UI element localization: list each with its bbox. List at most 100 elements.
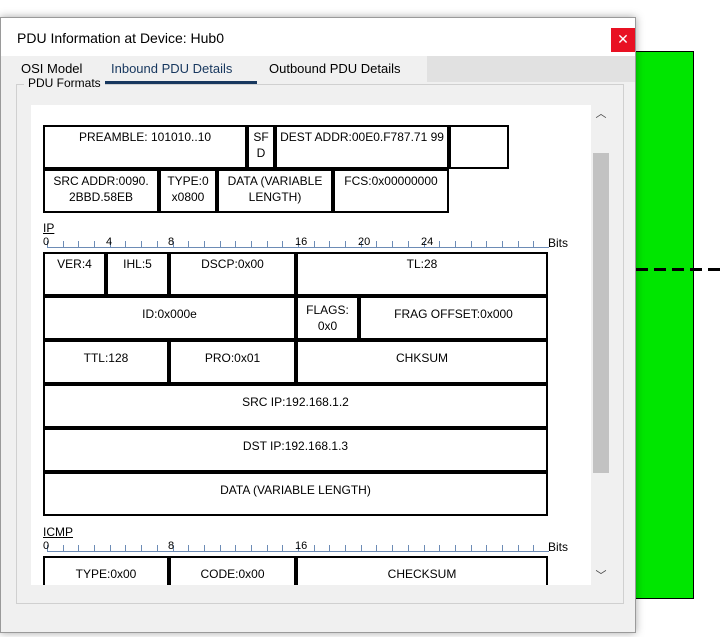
ip-flags: FLAGS: 0x0 [296,296,359,340]
close-icon: ✕ [617,32,629,48]
ip-ver: VER:4 [43,252,106,296]
ip-protocol: PRO:0x01 [169,340,296,384]
scrollbar-thumb[interactable] [593,153,609,473]
eth-data: DATA (VARIABLE LENGTH) [217,169,333,213]
ruler-tick [267,241,268,247]
ruler-tick [235,241,236,247]
ip-dscp: DSCP:0x00 [169,252,296,296]
icmp-section-label: ICMP [43,525,73,539]
ruler-tick [439,241,440,247]
ruler-tick [314,241,315,247]
chevron-up-icon[interactable]: ︿ [591,105,611,123]
ruler-tick [486,241,487,247]
eth-type: TYPE:0 x0800 [159,169,217,213]
eth-sfd: SF D [247,125,275,169]
ruler-tick [486,545,487,551]
ruler-tick [235,545,236,551]
ruler-tick [502,241,503,247]
ruler-tick [408,241,409,247]
icmp-tick-label: 0 [43,540,50,552]
ruler-tick [533,545,534,551]
ruler-tick [392,241,393,247]
icmp-code: CODE:0x00 [169,556,296,585]
ruler-tick [204,241,205,247]
vertical-scrollbar[interactable]: ︿ ﹀ [591,105,611,585]
eth-fcs: FCS:0x00000000 [333,169,449,213]
ruler-tick [439,545,440,551]
ruler-tick [157,545,158,551]
chevron-down-icon[interactable]: ﹀ [591,567,611,585]
tab-inbound-pdu-details[interactable]: Inbound PDU Details [103,56,257,84]
ruler-tick [188,545,189,551]
ruler-tick [314,545,315,551]
ip-tick-label: 20 [358,236,371,248]
ruler-tick [518,241,519,247]
ruler-tick [345,241,346,247]
pdu-formats-legend: PDU Formats [24,76,105,90]
ruler-tick [78,545,79,551]
ruler-tick [533,241,534,247]
ruler-tick [125,545,126,551]
tab-strip-fill [427,56,635,82]
icmp-tick-label: 16 [295,540,308,552]
ip-tl: TL:28 [296,252,548,296]
ruler-tick [455,545,456,551]
ruler-tick [424,545,425,551]
ruler-tick [78,241,79,247]
ruler-tick [94,545,95,551]
eth-src-addr: SRC ADDR:0090. 2BBD.58EB [43,169,159,213]
eth-dest-addr-cont [449,125,509,169]
ruler-tick [329,241,330,247]
ip-id: ID:0x000e [43,296,296,340]
ip-tick-label: 16 [295,236,308,248]
ruler-tick [188,241,189,247]
eth-dest-addr: DEST ADDR:00E0.F787.71 99 [275,125,449,169]
ip-section-label: IP [43,221,55,235]
ruler-tick [518,545,519,551]
ruler-tick [376,545,377,551]
icmp-tick-label: 8 [168,540,175,552]
ip-checksum: CHKSUM [296,340,548,384]
window-title: PDU Information at Device: Hub0 [17,30,224,46]
ip-tick-label: 4 [106,236,113,248]
ruler-tick [345,545,346,551]
ip-bits-label: Bits [548,236,569,250]
ip-ihl: IHL:5 [106,252,169,296]
ruler-tick [329,545,330,551]
ruler-tick [110,545,111,551]
ruler-tick [63,545,64,551]
topology-dashed-link [636,268,722,271]
ruler-tick [361,545,362,551]
ruler-tick [220,545,221,551]
ip-data: DATA (VARIABLE LENGTH) [43,472,548,516]
ruler-tick [141,241,142,247]
ruler-tick [204,545,205,551]
ip-frag-offset: FRAG OFFSET:0x000 [359,296,548,340]
icmp-bits-label: Bits [548,540,569,554]
ruler-tick [455,241,456,247]
ruler-tick [471,241,472,247]
close-button[interactable]: ✕ [611,28,635,52]
title-bar[interactable]: PDU Information at Device: Hub0 ✕ [1,18,635,56]
pdu-formats-viewport[interactable]: PREAMBLE: 101010..10 SF D DEST ADDR:00E0… [31,105,591,585]
ruler-tick [267,545,268,551]
eth-preamble: PREAMBLE: 101010..10 [43,125,247,169]
ruler-tick [471,545,472,551]
ruler-tick [502,545,503,551]
ip-dst: DST IP:192.168.1.3 [43,428,548,472]
ruler-tick [94,241,95,247]
ruler-tick [282,241,283,247]
ip-tick-label: 8 [168,236,175,248]
ruler-tick [157,241,158,247]
ruler-tick [141,545,142,551]
ip-tick-label: 0 [43,236,50,248]
icmp-type: TYPE:0x00 [43,556,169,585]
ruler-tick [251,545,252,551]
ip-ttl: TTL:128 [43,340,169,384]
icmp-checksum: CHECKSUM [296,556,548,585]
ruler-tick [408,545,409,551]
ip-tick-label: 24 [421,236,434,248]
ruler-tick [376,241,377,247]
ruler-tick [220,241,221,247]
tab-outbound-pdu-details[interactable]: Outbound PDU Details [261,56,409,82]
